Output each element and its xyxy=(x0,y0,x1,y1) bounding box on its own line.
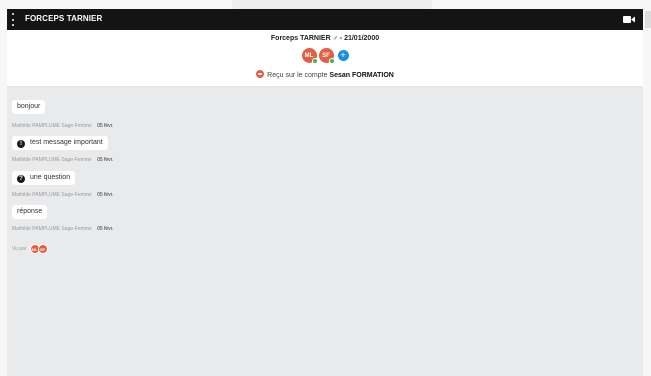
message-role: Sage-Femme xyxy=(61,226,92,232)
message-bubble[interactable]: bonjour xyxy=(12,100,46,114)
message-meta: Mathilde PAMPLUME Sage-Femme 05 févr. xyxy=(12,226,113,232)
add-participant-button[interactable]: + xyxy=(337,50,349,61)
message-bubble[interactable]: ! test message important xyxy=(12,136,108,150)
avatar[interactable]: ML xyxy=(301,48,318,64)
message-date: 05 févr. xyxy=(97,123,114,129)
message-author: Mathilde PAMPLUME xyxy=(12,123,60,129)
seen-by: Vu par ML SF xyxy=(12,244,48,254)
question-icon: ? xyxy=(17,175,25,183)
message-meta: Mathilde PAMPLUME Sage-Femme 05 févr. xyxy=(12,192,113,198)
top-tab-notch xyxy=(232,0,432,9)
message-bubble[interactable]: ? une question xyxy=(12,171,76,185)
received-account: Sesan FORMATION xyxy=(329,72,394,79)
received-account-line: Reçu sur le compte Sesan FORMATION xyxy=(7,70,643,79)
message-meta: Mathilde PAMPLUME Sage-Femme 05 févr. xyxy=(12,157,113,163)
message-list[interactable]: bonjour Mathilde PAMPLUME Sage-Femme 05 … xyxy=(7,87,643,376)
message-text: bonjour xyxy=(17,103,41,110)
online-status-icon xyxy=(311,58,318,64)
message-role: Sage-Femme xyxy=(61,192,92,198)
conversation-title: FORCEPS TARNIER xyxy=(25,14,103,23)
avatar-initials: SF xyxy=(322,52,330,59)
message-author: Mathilde PAMPLUME xyxy=(12,226,60,232)
message-date: 05 févr. xyxy=(97,226,114,232)
message-text: test message important xyxy=(30,139,103,146)
conversation-header: Forceps TARNIER ♂ - 21/01/2000 ML SF + R… xyxy=(7,30,643,87)
avatar-initials: ML xyxy=(304,52,314,59)
more-menu-icon[interactable] xyxy=(11,13,15,26)
avatar[interactable]: SF xyxy=(318,48,335,64)
message-date: 05 févr. xyxy=(97,192,114,198)
message-text: réponse xyxy=(17,208,43,215)
online-status-icon xyxy=(328,58,335,64)
message-author: Mathilde PAMPLUME xyxy=(12,192,60,198)
message-role: Sage-Femme xyxy=(61,157,92,163)
patient-info: Forceps TARNIER ♂ - 21/01/2000 xyxy=(270,35,380,42)
seen-label: Vu par xyxy=(12,246,27,252)
avatar: SF xyxy=(37,244,48,254)
side-panel-handle[interactable] xyxy=(645,11,651,28)
video-call-icon[interactable] xyxy=(623,15,635,24)
participants: ML SF + xyxy=(7,48,643,64)
important-icon: ! xyxy=(17,140,25,148)
top-bar: FORCEPS TARNIER xyxy=(7,9,643,30)
inbox-icon xyxy=(256,70,265,78)
message-role: Sage-Femme xyxy=(61,123,92,129)
message-bubble[interactable]: réponse xyxy=(12,205,48,219)
message-meta: Mathilde PAMPLUME Sage-Femme 05 févr. xyxy=(12,123,113,129)
message-text: une question xyxy=(30,174,71,181)
received-label: Reçu sur le compte xyxy=(267,72,330,79)
message-date: 05 févr. xyxy=(97,157,114,163)
message-author: Mathilde PAMPLUME xyxy=(12,157,60,163)
